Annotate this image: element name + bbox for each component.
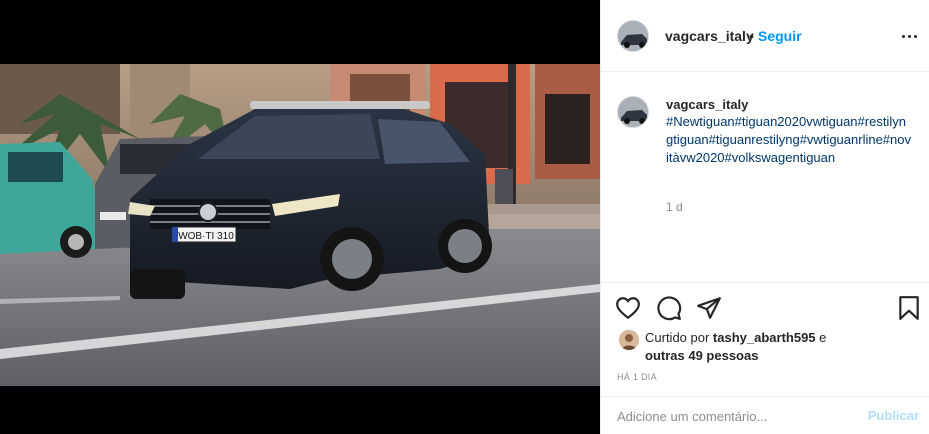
liked-by-prefix: Curtido por: [645, 330, 713, 345]
liked-by-suffix: e: [815, 330, 827, 345]
caption-username[interactable]: vagcars_italy: [666, 97, 748, 112]
caption-time: 1 d: [666, 200, 683, 214]
comment-input[interactable]: [617, 405, 847, 427]
license-plate-text: WOB·TI 310: [178, 231, 234, 242]
liked-by-line: Curtido por tashy_abarth595 e: [645, 329, 826, 347]
comment-bar: Publicar: [601, 396, 929, 434]
post-side-panel: vagcars_italy • Seguir vagcars_italy #Ne…: [600, 0, 929, 434]
header-separator: •: [749, 28, 754, 44]
post-photo[interactable]: WOB·TI 310: [0, 64, 600, 386]
post-timestamp[interactable]: HÁ 1 DIA: [617, 372, 657, 382]
publish-button[interactable]: Publicar: [868, 408, 919, 423]
bookmark-icon[interactable]: [896, 295, 922, 321]
heart-icon[interactable]: [615, 295, 641, 321]
post-media: WOB·TI 310: [0, 0, 600, 434]
comment-icon[interactable]: [656, 295, 682, 321]
caption-section: vagcars_italy #Newtiguan#tiguan2020vwtig…: [601, 72, 929, 282]
post-header: vagcars_italy • Seguir: [601, 0, 929, 72]
caption-hashtags[interactable]: #Newtiguan#tiguan2020vwtiguan#restilyngt…: [666, 113, 912, 167]
liker-avatar[interactable]: [619, 330, 639, 350]
liked-by-user[interactable]: tashy_abarth595: [713, 330, 816, 345]
action-bar: [601, 282, 929, 330]
paper-plane-icon[interactable]: [696, 295, 722, 321]
author-avatar[interactable]: [617, 20, 649, 52]
follow-button[interactable]: Seguir: [758, 28, 802, 44]
more-options-icon[interactable]: [898, 26, 920, 46]
caption-author-avatar[interactable]: [617, 96, 649, 128]
author-username[interactable]: vagcars_italy: [665, 28, 754, 44]
car-photo-illustration: WOB·TI 310: [0, 64, 600, 386]
liked-by-others[interactable]: outras 49 pessoas: [645, 347, 758, 365]
